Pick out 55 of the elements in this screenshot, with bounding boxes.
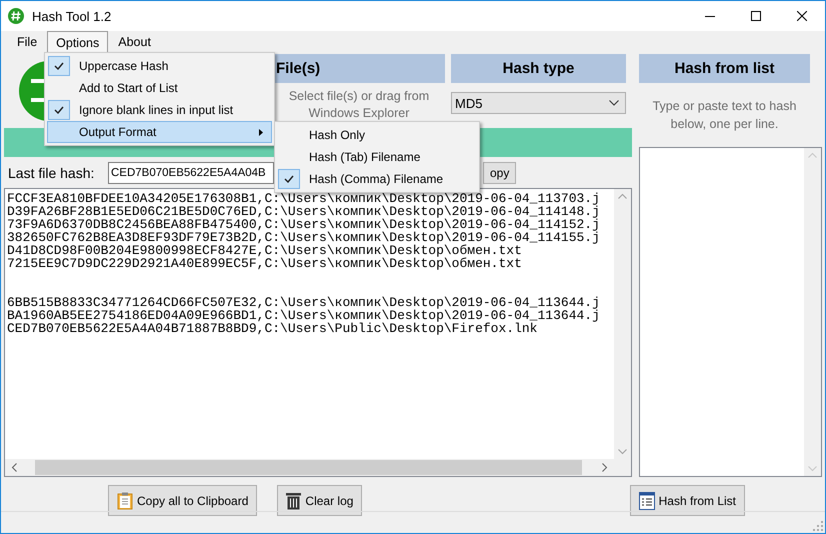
window-title: Hash Tool 1.2	[32, 8, 112, 24]
list-icon	[638, 492, 655, 510]
panel-header: File(s)	[273, 54, 445, 83]
menu-item[interactable]: Add to Start of List	[47, 77, 272, 99]
clear-log-button[interactable]: Clear log	[277, 485, 362, 516]
menu-item[interactable]: Output Format	[47, 121, 272, 143]
panel-header: Hash from list	[639, 54, 810, 83]
log-line: CED7B070EB5622E5A4A04B71887B8BD9,C:\Users\Public\Desktop\Firefox.lnk	[7, 322, 538, 335]
trash-icon	[286, 492, 302, 510]
chevron-up-icon[interactable]	[808, 152, 817, 158]
last-hash-field[interactable]: CED7B070EB5622E5A4A04B	[108, 162, 274, 184]
vertical-scrollbar[interactable]	[804, 148, 821, 476]
close-icon[interactable]	[797, 11, 807, 21]
chevron-down-icon[interactable]	[618, 449, 627, 455]
hash-type-dropdown[interactable]: MD5	[451, 92, 626, 114]
log-line: FCCF3EA810BFDEE10A34205E176308B1,C:\Users\компик\Desktop\2019-06-04_113703.j	[7, 192, 600, 205]
log-line: 6BB515B8833C34771264CD66FC507E32,C:\Users\компик\Desktop\2019-06-04_113644.j	[7, 296, 600, 309]
menu-item[interactable]: Uppercase Hash	[47, 55, 272, 77]
menu-item[interactable]: Hash Only	[277, 124, 477, 146]
chevron-left-icon[interactable]	[11, 463, 17, 472]
chevron-right-icon[interactable]	[602, 463, 608, 472]
clipboard-icon	[117, 492, 133, 510]
resize-grip-icon	[813, 521, 823, 531]
log-line: BA1960AB5EE2754186ED04A09E966BD1,C:\Users\компик\Desktop\2019-06-04_113644.j	[7, 309, 600, 322]
hash-from-list-button[interactable]: Hash from List	[630, 485, 745, 516]
horizontal-scrollbar[interactable]	[5, 459, 614, 476]
log-line: D41D8CD98F00B204E9800998ECF8427E,C:\Users\компик\Desktop\обмен.txt	[7, 244, 522, 257]
chevron-up-icon[interactable]	[618, 193, 627, 199]
log-line: 7215EE9C7D9DC229D2921A40E899EC5F,C:\Users\компик\Desktop\обмен.txt	[7, 257, 522, 270]
maximize-icon[interactable]	[751, 11, 761, 21]
chevron-down-icon[interactable]	[808, 466, 817, 472]
menu-item[interactable]: Hash (Tab) Filename	[277, 146, 477, 168]
check-icon	[54, 62, 64, 70]
log-line: 73F9A6D6370DB8C2456BEA88FB475400,C:\Users\компик\Desktop\2019-06-04_114152.j	[7, 218, 600, 231]
menu-item[interactable]: Ignore blank lines in input list	[47, 99, 272, 121]
hash-list-input[interactable]	[639, 147, 822, 477]
copy-button[interactable]: opy	[483, 162, 516, 184]
check-icon	[284, 175, 294, 183]
chevron-down-icon	[609, 100, 619, 106]
hash-log[interactable]	[4, 188, 632, 477]
drop-hint: Select file(s) or drag from Windows Explorer	[288, 88, 430, 122]
menu-item[interactable]: Hash (Comma) Filename	[277, 168, 477, 190]
log-line: D39FA26BF28B1E5ED06C21BE5D0C76ED,C:\Users\компик\Desktop\2019-06-04_114148.j	[7, 205, 600, 218]
check-icon	[54, 106, 64, 114]
copy-all-button[interactable]: Copy all to Clipboard	[108, 485, 258, 516]
log-line: 382650FC762B8EA3D8EF93DF79E73B2D,C:\Users\компик\Desktop\2019-06-04_114155.j	[7, 231, 600, 244]
submenu-arrow-icon	[259, 128, 263, 136]
menu-item[interactable]: About	[109, 31, 160, 53]
last-hash-label: Last file hash:	[8, 165, 96, 181]
vertical-scrollbar[interactable]	[614, 189, 631, 459]
panel-header: Hash type	[451, 54, 626, 83]
app-icon	[8, 8, 24, 24]
menu-item[interactable]: File	[8, 31, 46, 53]
hash-list-hint: Type or paste text to hash below, one per line.	[652, 98, 798, 133]
menu-item[interactable]: Options	[47, 31, 108, 53]
